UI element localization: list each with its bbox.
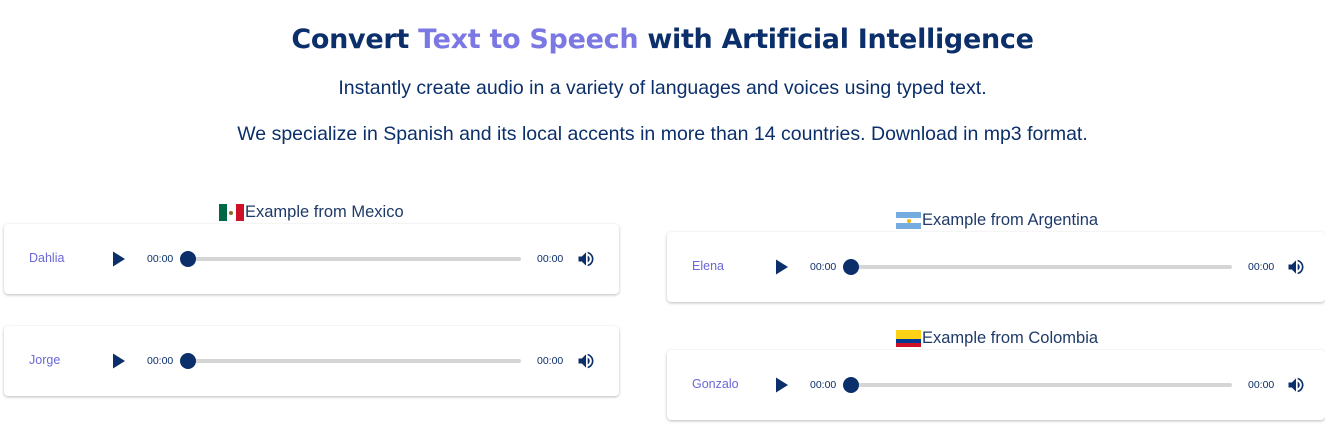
progress-track[interactable] bbox=[850, 265, 1232, 269]
current-time: 00:00 bbox=[147, 355, 174, 367]
section-label-colombia: Example from Colombia bbox=[896, 329, 1098, 348]
section-label-argentina: Example from Argentina bbox=[896, 211, 1098, 230]
play-icon[interactable] bbox=[772, 258, 790, 276]
current-time: 00:00 bbox=[147, 253, 174, 265]
colombia-flag-icon bbox=[896, 330, 921, 347]
subtitle-instant-audio: Instantly create audio in a variety of l… bbox=[338, 77, 987, 99]
volume-icon[interactable] bbox=[1286, 375, 1306, 395]
audio-player-gonzalo: Gonzalo 00:00 00:00 bbox=[667, 350, 1325, 420]
progress-thumb[interactable] bbox=[180, 353, 196, 369]
progress-thumb[interactable] bbox=[180, 251, 196, 267]
voice-name: Gonzalo bbox=[692, 377, 739, 391]
subtitle-spanish-accents: We specialize in Spanish and its local a… bbox=[237, 123, 1088, 145]
section-label-mexico: Example from Mexico bbox=[219, 203, 404, 222]
current-time: 00:00 bbox=[810, 379, 837, 391]
argentina-flag-icon bbox=[896, 212, 921, 229]
duration-time: 00:00 bbox=[1248, 261, 1275, 273]
title-part1: Convert bbox=[291, 24, 419, 55]
title-part2: with Artificial Intelligence bbox=[638, 24, 1034, 55]
audio-player-dahlia: Dahlia 00:00 00:00 bbox=[4, 224, 619, 294]
section-title-colombia: Example from Colombia bbox=[922, 329, 1099, 347]
play-icon[interactable] bbox=[109, 352, 127, 370]
progress-track[interactable] bbox=[850, 383, 1232, 387]
section-title-mexico: Example from Mexico bbox=[245, 203, 404, 221]
voice-name: Elena bbox=[692, 259, 724, 273]
current-time: 00:00 bbox=[810, 261, 837, 273]
volume-icon[interactable] bbox=[576, 249, 596, 269]
progress-thumb[interactable] bbox=[843, 377, 859, 393]
progress-thumb[interactable] bbox=[843, 259, 859, 275]
page-title: Convert Text to Speech with Artificial I… bbox=[0, 24, 1325, 55]
title-highlight: Text to Speech bbox=[418, 24, 639, 55]
section-title-argentina: Example from Argentina bbox=[922, 211, 1099, 229]
progress-track[interactable] bbox=[187, 359, 521, 363]
mexico-flag-icon bbox=[219, 204, 244, 221]
duration-time: 00:00 bbox=[537, 253, 564, 265]
voice-name: Dahlia bbox=[29, 251, 65, 265]
progress-track[interactable] bbox=[187, 257, 521, 261]
play-icon[interactable] bbox=[772, 376, 790, 394]
duration-time: 00:00 bbox=[1248, 379, 1275, 391]
volume-icon[interactable] bbox=[1286, 257, 1306, 277]
volume-icon[interactable] bbox=[576, 351, 596, 371]
play-icon[interactable] bbox=[109, 250, 127, 268]
audio-player-elena: Elena 00:00 00:00 bbox=[667, 232, 1325, 302]
voice-name: Jorge bbox=[29, 353, 61, 367]
audio-player-jorge: Jorge 00:00 00:00 bbox=[4, 326, 619, 396]
duration-time: 00:00 bbox=[537, 355, 564, 367]
